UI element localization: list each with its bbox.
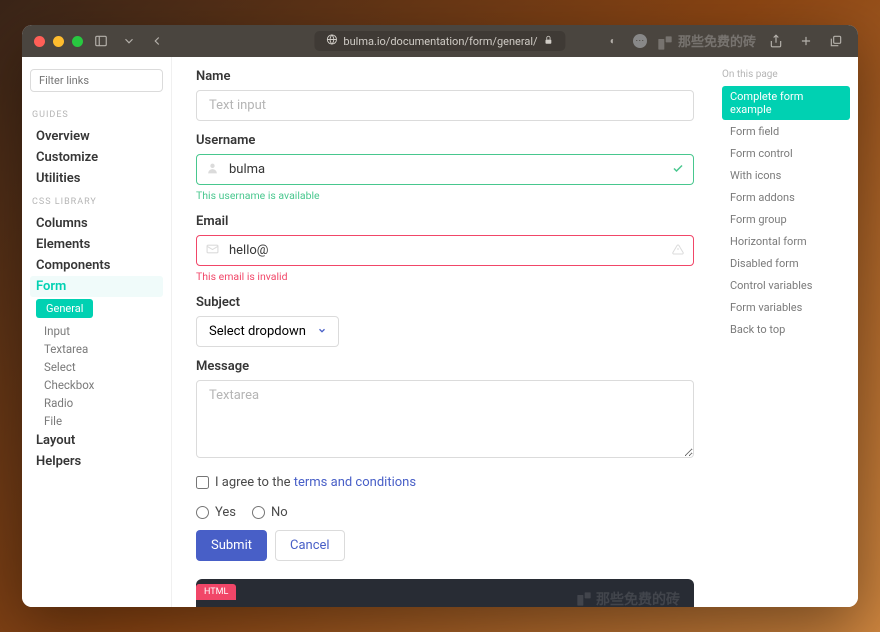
- more-icon[interactable]: ⋯: [633, 34, 647, 48]
- reader-icon[interactable]: ◐: [603, 31, 623, 51]
- toc-form-addons[interactable]: Form addons: [722, 187, 850, 208]
- url-text: bulma.io/documentation/form/general/: [343, 35, 537, 48]
- sidebar-pill-general[interactable]: General: [36, 299, 93, 318]
- chevron-down-icon[interactable]: [119, 31, 139, 51]
- sidebar-sub-input[interactable]: Input: [30, 322, 163, 340]
- filter-input[interactable]: [30, 69, 163, 92]
- field-username: Username This username is available: [196, 133, 694, 202]
- message-label: Message: [196, 359, 694, 374]
- message-textarea[interactable]: [196, 380, 694, 458]
- cancel-button[interactable]: Cancel: [275, 530, 345, 561]
- minimize-window-button[interactable]: [53, 36, 64, 47]
- check-icon: [672, 162, 684, 177]
- toc-horizontal-form[interactable]: Horizontal form: [722, 231, 850, 252]
- content-area: GUIDES Overview Customize Utilities CSS …: [22, 57, 858, 607]
- warning-icon: [672, 243, 684, 258]
- subject-select[interactable]: Select dropdown: [196, 316, 339, 347]
- envelope-icon: [206, 242, 219, 259]
- button-group: Submit Cancel: [196, 530, 694, 561]
- tabs-icon[interactable]: [826, 31, 846, 51]
- sidebar-item-utilities[interactable]: Utilities: [30, 168, 163, 189]
- toc-form-variables[interactable]: Form variables: [722, 297, 850, 318]
- email-help: This email is invalid: [196, 270, 694, 283]
- toc-with-icons[interactable]: With icons: [722, 165, 850, 186]
- name-input[interactable]: [196, 90, 694, 121]
- agree-text: I agree to the: [215, 475, 294, 490]
- toc-form-field[interactable]: Form field: [722, 121, 850, 142]
- sidebar-sub-textarea[interactable]: Textarea: [30, 340, 163, 358]
- radio-group: Yes No: [196, 505, 694, 520]
- toc-control-variables[interactable]: Control variables: [722, 275, 850, 296]
- username-label: Username: [196, 133, 694, 148]
- username-help: This username is available: [196, 189, 694, 202]
- code-tab: HTML: [196, 584, 236, 600]
- maximize-window-button[interactable]: [72, 36, 83, 47]
- sidebar-sub-file[interactable]: File: [30, 412, 163, 430]
- field-agree: I agree to the terms and conditions: [196, 474, 694, 493]
- titlebar-right: ◐ ⋯ 那些免费的砖: [603, 31, 846, 51]
- toc-back-to-top[interactable]: Back to top: [722, 319, 850, 340]
- sidebar-item-helpers[interactable]: Helpers: [30, 451, 163, 472]
- watermark: 那些免费的砖: [657, 31, 756, 51]
- sidebar-toggle-icon[interactable]: [91, 31, 111, 51]
- terms-link[interactable]: terms and conditions: [294, 475, 416, 490]
- left-sidebar: GUIDES Overview Customize Utilities CSS …: [22, 57, 172, 607]
- share-icon[interactable]: [766, 31, 786, 51]
- titlebar: bulma.io/documentation/form/general/ ◐ ⋯…: [22, 25, 858, 57]
- sidebar-sub-radio[interactable]: Radio: [30, 394, 163, 412]
- field-message: Message: [196, 359, 694, 462]
- on-this-page-heading: On this page: [722, 69, 850, 80]
- guides-heading: GUIDES: [32, 110, 163, 120]
- radio-no[interactable]: No: [252, 505, 288, 520]
- submit-button[interactable]: Submit: [196, 530, 267, 561]
- toc-complete-form[interactable]: Complete form example: [722, 86, 850, 120]
- close-window-button[interactable]: [34, 36, 45, 47]
- email-label: Email: [196, 214, 694, 229]
- name-label: Name: [196, 69, 694, 84]
- username-input[interactable]: [196, 154, 694, 185]
- sidebar-item-customize[interactable]: Customize: [30, 147, 163, 168]
- sidebar-sub-select[interactable]: Select: [30, 358, 163, 376]
- sidebar-item-overview[interactable]: Overview: [30, 126, 163, 147]
- css-library-heading: CSS LIBRARY: [32, 197, 163, 207]
- agree-checkbox[interactable]: I agree to the terms and conditions: [196, 475, 416, 490]
- lock-icon: [544, 35, 554, 48]
- radio-no-input[interactable]: [252, 506, 265, 519]
- field-email: Email This email is invalid: [196, 214, 694, 283]
- radio-yes-input[interactable]: [196, 506, 209, 519]
- sidebar-item-layout[interactable]: Layout: [30, 430, 163, 451]
- sidebar-item-form[interactable]: Form: [30, 276, 163, 297]
- subject-label: Subject: [196, 295, 694, 310]
- main-content: Name Username This username is available: [172, 57, 718, 607]
- toc-disabled-form[interactable]: Disabled form: [722, 253, 850, 274]
- toc-form-group[interactable]: Form group: [722, 209, 850, 230]
- code-block: HTML 那些免费的砖 <div class="field"> <label c…: [196, 579, 694, 607]
- sidebar-item-elements[interactable]: Elements: [30, 234, 163, 255]
- browser-window: bulma.io/documentation/form/general/ ◐ ⋯…: [22, 25, 858, 607]
- sidebar-item-columns[interactable]: Columns: [30, 213, 163, 234]
- address-bar[interactable]: bulma.io/documentation/form/general/: [314, 31, 565, 51]
- code-watermark: 那些免费的砖: [576, 589, 680, 607]
- field-subject: Subject Select dropdown: [196, 295, 694, 347]
- right-sidebar: On this page Complete form example Form …: [718, 57, 858, 607]
- sidebar-item-components[interactable]: Components: [30, 255, 163, 276]
- agree-checkbox-input[interactable]: [196, 476, 209, 489]
- email-input[interactable]: [196, 235, 694, 266]
- sidebar-sub-checkbox[interactable]: Checkbox: [30, 376, 163, 394]
- back-button[interactable]: [147, 31, 167, 51]
- user-icon: [206, 161, 219, 178]
- traffic-lights: [34, 36, 83, 47]
- toc-form-control[interactable]: Form control: [722, 143, 850, 164]
- field-name: Name: [196, 69, 694, 121]
- globe-icon: [326, 34, 337, 48]
- new-tab-icon[interactable]: [796, 31, 816, 51]
- radio-yes[interactable]: Yes: [196, 505, 236, 520]
